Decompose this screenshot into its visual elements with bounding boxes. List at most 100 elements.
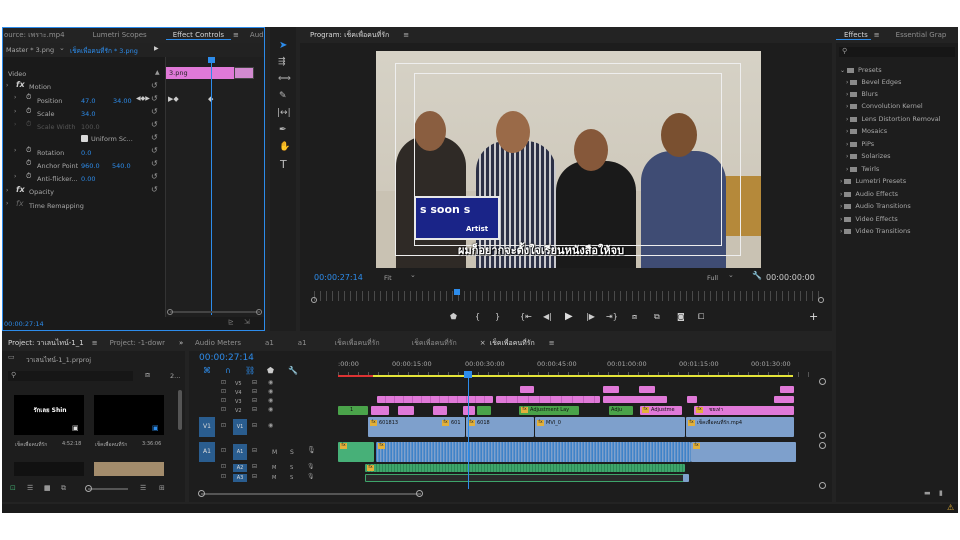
play-triangle-icon[interactable]: ▶ [154, 46, 159, 52]
program-scrub-bar[interactable] [314, 291, 820, 301]
mark-in-icon[interactable]: { [475, 313, 480, 321]
antiflicker-value[interactable]: 0.00 [81, 175, 95, 183]
preset-item[interactable]: › Solarizes [846, 152, 891, 160]
track-select-tool-icon[interactable]: ⇶ [278, 58, 286, 67]
tab-essential-graphics[interactable]: Essential Grap [889, 31, 954, 39]
tab-audio-meters[interactable]: Audio Meters [189, 339, 248, 347]
step-back-icon[interactable]: ◀| [543, 313, 552, 321]
reset-scale-width-icon[interactable]: ↺ [151, 121, 158, 129]
mute-button[interactable]: M [272, 465, 276, 471]
panel-menu-icon[interactable]: ≡ [91, 339, 99, 347]
toggle-sync-icon[interactable]: ⊟ [252, 423, 257, 429]
eye-icon[interactable]: ◉ [268, 398, 273, 404]
master-clip-label[interactable]: Master * 3.png [6, 46, 54, 54]
lock-icon[interactable]: ⊡ [221, 464, 226, 470]
magnet-icon[interactable]: ∩ [225, 367, 231, 375]
timeline-clip[interactable] [780, 386, 794, 393]
anchor-y-value[interactable]: 540.0 [112, 162, 131, 170]
v-scroll-handle-video-bottom[interactable] [819, 432, 826, 439]
preset-item[interactable]: › Bevel Edges [846, 78, 901, 86]
timeline-clip-v1[interactable]: fx 6018 [466, 417, 534, 437]
timeline-h-scrollbar[interactable] [201, 493, 421, 495]
tab-project-main[interactable]: Project: วาเลนไทน์-1_1 [2, 338, 91, 349]
reset-opacity-icon[interactable]: ↺ [151, 186, 158, 194]
chevron-down-icon[interactable]: ⌄ [410, 272, 416, 279]
marker-icon[interactable]: ⬟ [450, 313, 457, 321]
toggle-sync-icon[interactable]: ⊟ [252, 407, 257, 413]
stopwatch-icon[interactable]: ⏱ [26, 94, 31, 101]
reset-scale-icon[interactable]: ↺ [151, 108, 158, 116]
wrench-icon[interactable]: 🔧 [752, 272, 762, 280]
expand-rotation-icon[interactable]: › [14, 148, 16, 154]
snap-icon[interactable]: ⌘ [203, 367, 211, 375]
uniform-scale-checkbox[interactable] [81, 135, 88, 142]
program-title[interactable]: Program: เช็คเพื่อคนที่รัก [300, 30, 396, 41]
tab-project-second[interactable]: Project: -1-dowr [103, 339, 172, 347]
type-tool-icon[interactable]: T [280, 159, 287, 170]
warning-icon[interactable]: ⚠ [947, 504, 954, 512]
timeline-clip-v2[interactable] [371, 406, 389, 415]
timeline-settings-icon[interactable]: 🔧 [288, 367, 298, 375]
timeline-clip[interactable] [639, 386, 655, 393]
reset-antiflicker-icon[interactable]: ↺ [151, 173, 158, 181]
track-target-v1[interactable]: V1 [233, 419, 247, 435]
scroll-handle-left[interactable] [198, 490, 205, 497]
automate-icon[interactable]: ⊞ [159, 485, 165, 492]
icon-view-icon[interactable]: ▦ [44, 485, 51, 492]
lock-icon[interactable]: ⊡ [221, 398, 226, 404]
scale-value[interactable]: 34.0 [81, 110, 95, 118]
reset-anchor-icon[interactable]: ↺ [151, 160, 158, 168]
play-icon[interactable]: ▶ [565, 312, 573, 322]
eye-icon[interactable]: ◉ [268, 380, 273, 386]
timeline-clip-v2[interactable]: Adju [609, 406, 633, 415]
clip-thumbnail-partial[interactable] [94, 462, 164, 476]
new-bin-icon[interactable]: ▬ [924, 490, 931, 497]
toggle-sync-icon[interactable]: ⊟ [252, 448, 257, 454]
audio-clip-a1[interactable]: fx [691, 442, 796, 462]
panel-menu-icon[interactable]: ≡ [871, 31, 883, 39]
timeline-clip[interactable] [520, 386, 534, 393]
preset-item[interactable]: › Convolution Kernel [846, 102, 923, 110]
audio-clip-a1[interactable]: fx [338, 442, 374, 462]
ripple-edit-tool-icon[interactable]: ⟺ [278, 75, 291, 84]
program-playhead[interactable] [454, 289, 460, 295]
preset-item[interactable]: › Twirls [846, 165, 879, 173]
resolution-dropdown[interactable]: Full [707, 274, 718, 282]
preset-item[interactable]: › Mosaics [846, 127, 887, 135]
timeline-clip[interactable] [496, 396, 600, 403]
collapse-motion-icon[interactable]: › [6, 83, 8, 89]
selection-tool-icon[interactable]: ➤ [279, 41, 287, 51]
timeline-clip-v1[interactable]: fx MVI_0 [535, 417, 685, 437]
compare-icon[interactable]: ⧠ [698, 313, 704, 321]
chevron-down-icon[interactable]: ⌄ [59, 45, 65, 52]
new-bin-from-search-icon[interactable]: ⧈ [145, 371, 150, 379]
stopwatch-icon[interactable]: ⏱ [26, 147, 31, 154]
camera-icon[interactable]: ◙ [677, 313, 685, 321]
scroll-up-icon[interactable]: ▲ [155, 70, 160, 76]
timeline-clip-v1[interactable]: fx 601 [440, 417, 465, 437]
extract-icon[interactable]: ⧉ [654, 313, 660, 321]
audio-clip-a3[interactable] [683, 474, 689, 482]
timeline-playhead-head[interactable] [464, 371, 472, 378]
timeline-clip-v2[interactable]: 1 [338, 406, 368, 415]
effects-category[interactable]: › Audio Transitions [840, 202, 911, 210]
track-target-a1[interactable]: A1 [233, 444, 247, 460]
audio-clip-a1[interactable]: fx [376, 442, 691, 462]
panel-menu-icon[interactable]: ≡ [396, 31, 416, 39]
toggle-sync-icon[interactable]: ⊟ [252, 380, 257, 386]
zoom-slider-handle[interactable] [85, 485, 92, 492]
source-patch-a1[interactable]: A1 [199, 442, 215, 462]
clip-thumbnail-partial[interactable] [14, 462, 84, 476]
track-target-a2[interactable]: A2 [233, 464, 247, 472]
program-timecode[interactable]: 00:00:27:14 [314, 273, 363, 282]
more-tabs-icon[interactable]: » [172, 339, 185, 347]
tab-a1-second[interactable]: a1 [291, 339, 314, 347]
rotation-value[interactable]: 0.0 [81, 149, 91, 157]
panel-menu-icon[interactable]: ≡ [231, 31, 241, 39]
mini-playhead-head[interactable] [208, 57, 215, 63]
add-marker-icon[interactable]: ⬟ [267, 367, 274, 375]
reset-position-icon[interactable]: ↺ [151, 95, 158, 103]
stopwatch-icon[interactable]: ⏱ [26, 173, 31, 180]
timeline-clip-v1[interactable]: fx เช็คเพื่อคนที่รัก.mp4 [686, 417, 794, 437]
tab-a1[interactable]: a1 [258, 339, 281, 347]
